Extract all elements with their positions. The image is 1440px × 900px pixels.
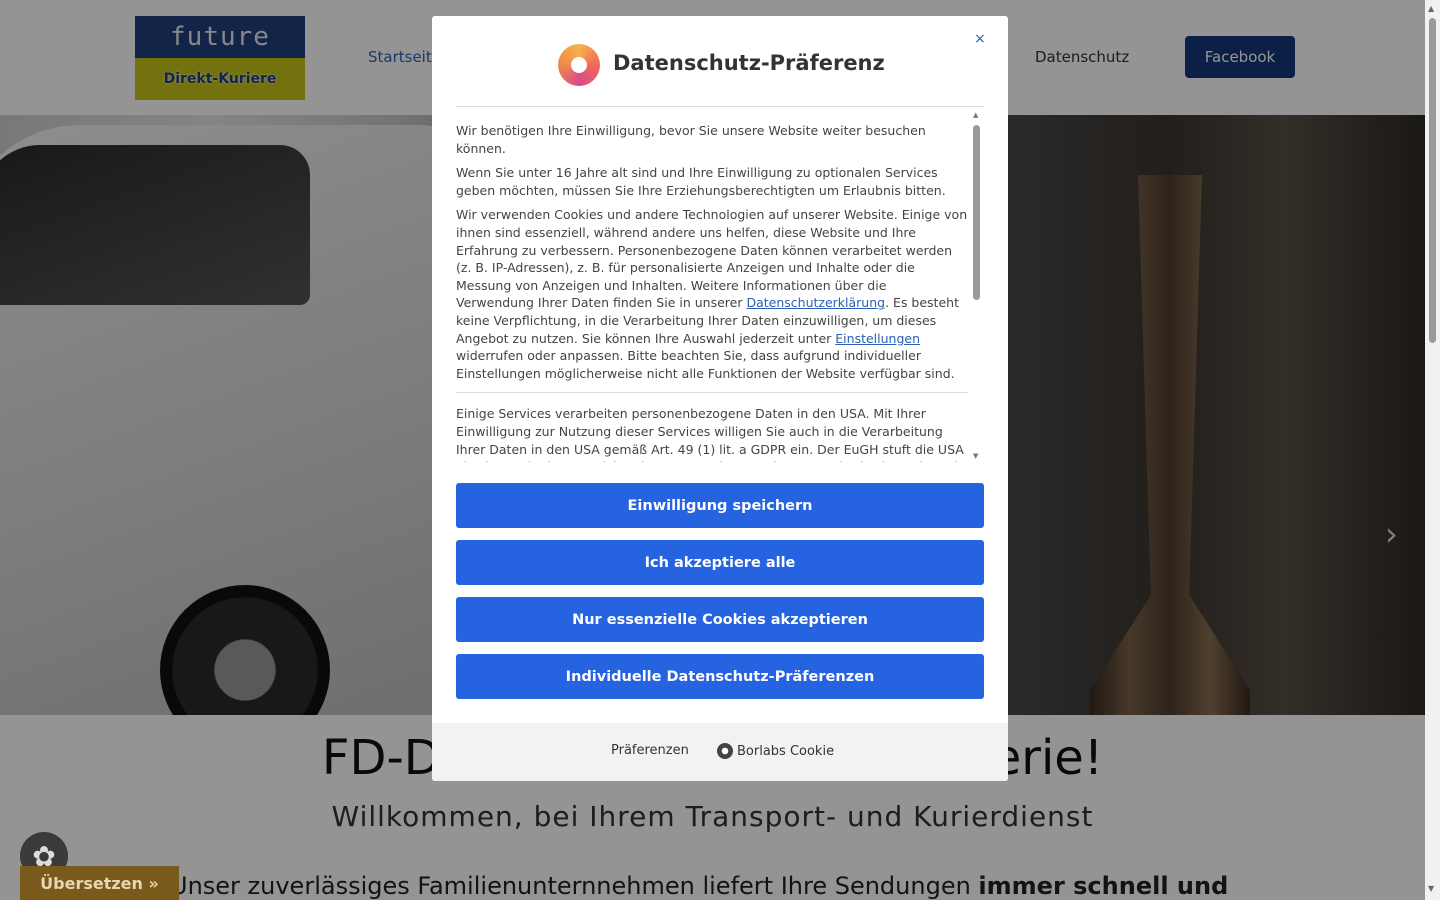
consent-paragraph-2: Wenn Sie unter 16 Jahre alt sind und Ihr… xyxy=(456,165,946,198)
modal-divider xyxy=(456,106,984,107)
scroll-down-icon[interactable]: ▼ xyxy=(1428,884,1434,893)
modal-title: Datenschutz-Präferenz xyxy=(613,51,885,75)
borlabs-cookie-link[interactable]: Borlabs Cookie xyxy=(717,743,834,759)
modal-scroll-up-icon[interactable]: ▲ xyxy=(973,111,978,119)
save-consent-button[interactable]: Einwilligung speichern xyxy=(456,483,984,528)
translate-button[interactable]: Übersetzen » xyxy=(20,866,179,900)
page-scrollbar[interactable]: ▲ ▼ xyxy=(1425,0,1440,900)
borlabs-cookie-label: Borlabs Cookie xyxy=(737,743,835,759)
privacy-policy-link[interactable]: Datenschutzerklärung xyxy=(746,295,885,310)
page-scrollbar-thumb[interactable] xyxy=(1429,18,1436,343)
accept-essential-button[interactable]: Nur essenzielle Cookies akzeptieren xyxy=(456,597,984,642)
consent-text-part-c: widerrufen oder anpassen. Bitte beachten… xyxy=(456,348,955,381)
preferences-link[interactable]: Präferenzen xyxy=(611,743,689,758)
consent-paragraph-1: Wir benötigen Ihre Einwilligung, bevor S… xyxy=(456,123,926,156)
accept-all-button[interactable]: Ich akzeptiere alle xyxy=(456,540,984,585)
scroll-up-icon[interactable]: ▲ xyxy=(1428,4,1434,13)
modal-scroll-down-icon[interactable]: ▼ xyxy=(973,452,978,460)
modal-scrollbar-thumb[interactable] xyxy=(973,125,980,300)
borlabs-gear-icon xyxy=(717,743,733,759)
modal-close-icon[interactable]: × xyxy=(974,31,986,47)
consent-paragraph-3: Wir verwenden Cookies und andere Technol… xyxy=(456,206,968,382)
modal-consent-text[interactable]: Wir benötigen Ihre Einwilligung, bevor S… xyxy=(456,122,968,462)
consent-paragraph-usa: Einige Services verarbeiten personenbezo… xyxy=(456,406,967,462)
individual-preferences-button[interactable]: Individuelle Datenschutz-Präferenzen xyxy=(456,654,984,699)
consent-divider xyxy=(456,392,968,394)
settings-link[interactable]: Einstellungen xyxy=(835,331,920,346)
borlabs-logo-icon xyxy=(558,44,600,86)
